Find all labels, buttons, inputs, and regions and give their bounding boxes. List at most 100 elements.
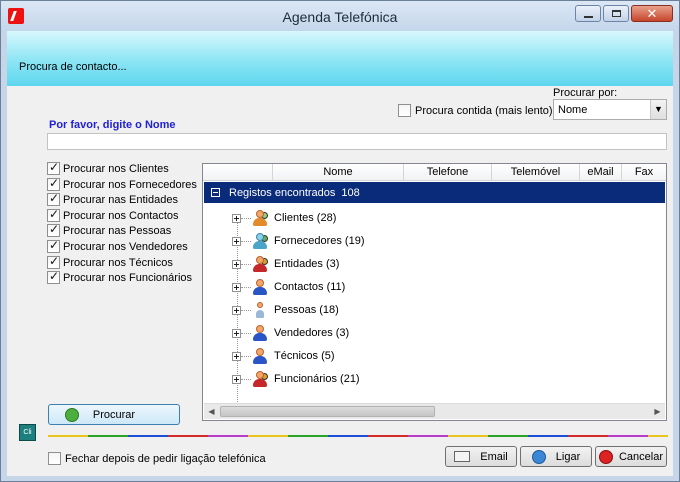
call-button-label: Ligar bbox=[555, 450, 581, 463]
tree-connector bbox=[241, 286, 251, 288]
minimize-button[interactable] bbox=[575, 5, 601, 22]
filter-contactos[interactable]: Procurar nos Contactos bbox=[47, 207, 179, 222]
tree-item-pessoas[interactable]: Pessoas (18) bbox=[232, 300, 339, 320]
header-subtitle: Procura de contacto... bbox=[19, 61, 127, 73]
tree-item-funcionarios[interactable]: Funcionários (21) bbox=[232, 369, 360, 389]
column-header-email[interactable]: eMail bbox=[580, 164, 622, 181]
search-by-select[interactable]: Nome ▼ bbox=[553, 99, 667, 120]
call-button[interactable]: Ligar bbox=[520, 446, 592, 467]
contained-search-checkbox[interactable] bbox=[398, 104, 411, 117]
filter-checkbox[interactable] bbox=[47, 176, 60, 191]
tree-item-tecnicos[interactable]: Técnicos (5) bbox=[232, 346, 335, 366]
expand-icon[interactable] bbox=[232, 213, 241, 223]
horizontal-scrollbar[interactable]: ◀ ▶ bbox=[204, 403, 665, 419]
close-button[interactable]: ✕ bbox=[631, 5, 673, 22]
cancel-button[interactable]: Cancelar bbox=[595, 446, 667, 467]
tree-connector bbox=[241, 263, 251, 265]
expand-icon[interactable] bbox=[232, 328, 241, 338]
entities-icon bbox=[251, 255, 269, 273]
email-button[interactable]: Email bbox=[445, 446, 517, 467]
filter-checkbox[interactable] bbox=[47, 222, 60, 237]
employees-icon bbox=[251, 370, 269, 388]
search-input[interactable] bbox=[47, 133, 667, 150]
filter-entidades[interactable]: Procurar nas Entidades bbox=[47, 191, 178, 206]
expand-icon[interactable] bbox=[232, 351, 241, 361]
close-after-call-option[interactable]: Fechar depois de pedir ligação telefónic… bbox=[48, 452, 266, 465]
tree-item-clientes[interactable]: Clientes (28) bbox=[232, 208, 336, 228]
chevron-down-icon[interactable]: ▼ bbox=[650, 100, 666, 119]
scroll-right-icon[interactable]: ▶ bbox=[650, 404, 665, 419]
filter-fornecedores[interactable]: Procurar nos Fornecedores bbox=[47, 176, 197, 191]
people-icon bbox=[257, 302, 263, 308]
filter-label: Procurar nos Fornecedores bbox=[63, 178, 197, 191]
tree-item-label: Técnicos (5) bbox=[274, 350, 335, 362]
filter-checkbox[interactable] bbox=[47, 254, 60, 269]
expand-icon[interactable] bbox=[232, 374, 241, 384]
filter-checkbox[interactable] bbox=[47, 207, 60, 222]
tree-item-label: Contactos (11) bbox=[274, 281, 346, 293]
sellers-icon bbox=[251, 324, 269, 342]
app-small-logo-icon: Cli bbox=[19, 424, 36, 441]
scrollbar-thumb[interactable] bbox=[220, 406, 435, 417]
clients-icon bbox=[251, 209, 269, 227]
tree-item-fornecedores[interactable]: Fornecedores (19) bbox=[232, 231, 365, 251]
results-tree-grid[interactable]: Nome Telefone Telemóvel eMail Fax Regist… bbox=[202, 163, 667, 421]
expand-icon[interactable] bbox=[232, 236, 241, 246]
filter-funcionarios[interactable]: Procurar nos Funcionários bbox=[47, 269, 193, 284]
filter-vendedores[interactable]: Procurar nos Vendedores bbox=[47, 238, 188, 253]
minimize-icon bbox=[584, 16, 593, 18]
contacts-icon bbox=[253, 287, 267, 295]
filter-clientes[interactable]: Procurar nos Clientes bbox=[47, 160, 169, 175]
tree-item-vendedores[interactable]: Vendedores (3) bbox=[232, 323, 349, 343]
clients-icon bbox=[256, 210, 264, 218]
filter-pessoas[interactable]: Procurar nas Pessoas bbox=[47, 222, 172, 237]
collapse-icon[interactable] bbox=[211, 188, 220, 197]
expand-icon[interactable] bbox=[232, 305, 241, 315]
filter-label: Procurar nos Funcionários bbox=[63, 271, 193, 284]
dialog-body: Procurar por: Nome ▼ Procura contida (ma… bbox=[7, 86, 673, 476]
technicians-icon bbox=[256, 348, 264, 356]
column-header-name[interactable]: Nome bbox=[273, 164, 404, 181]
tree-connector bbox=[241, 378, 251, 380]
search-by-value: Nome bbox=[558, 104, 588, 116]
results-group-row[interactable]: Registos encontrados 108 bbox=[204, 182, 665, 203]
title-bar[interactable]: Agenda Telefónica ✕ bbox=[1, 1, 679, 31]
scroll-left-icon[interactable]: ◀ bbox=[204, 404, 219, 419]
column-header-fax[interactable]: Fax bbox=[622, 164, 666, 181]
column-header-mobile[interactable]: Telemóvel bbox=[492, 164, 580, 181]
entities-icon bbox=[256, 256, 264, 264]
search-button[interactable]: Procurar bbox=[48, 404, 180, 425]
column-header-select[interactable] bbox=[203, 164, 273, 181]
tree-item-label: Clientes (28) bbox=[274, 212, 337, 224]
technicians-icon bbox=[253, 356, 267, 364]
cancel-button-label: Cancelar bbox=[618, 450, 664, 463]
header-banner: Procura de contacto... bbox=[7, 31, 673, 86]
close-after-call-label: Fechar depois de pedir ligação telefónic… bbox=[65, 452, 266, 465]
suppliers-icon bbox=[253, 241, 267, 249]
filter-label: Procurar nos Técnicos bbox=[63, 256, 173, 269]
contained-search-option[interactable]: Procura contida (mais lento) bbox=[398, 104, 553, 117]
clients-icon bbox=[253, 218, 267, 226]
contained-search-label: Procura contida (mais lento) bbox=[415, 104, 553, 117]
tree-item-entidades[interactable]: Entidades (3) bbox=[232, 254, 339, 274]
close-after-call-checkbox[interactable] bbox=[48, 452, 61, 465]
tree-item-label: Entidades (3) bbox=[274, 258, 340, 270]
close-icon: ✕ bbox=[646, 6, 658, 21]
column-header-phone[interactable]: Telefone bbox=[404, 164, 492, 181]
filter-checkbox[interactable] bbox=[47, 191, 60, 206]
expand-icon[interactable] bbox=[232, 259, 241, 269]
search-by-label: Procurar por: bbox=[553, 87, 618, 99]
tree-item-contactos[interactable]: Contactos (11) bbox=[232, 277, 345, 297]
maximize-button[interactable] bbox=[603, 5, 629, 22]
filter-label: Procurar nas Pessoas bbox=[63, 224, 172, 237]
tree-item-label: Funcionários (21) bbox=[274, 373, 360, 385]
filter-checkbox[interactable] bbox=[47, 238, 60, 253]
expand-icon[interactable] bbox=[232, 282, 241, 292]
phone-icon bbox=[531, 449, 546, 464]
filter-label: Procurar nos Clientes bbox=[63, 162, 169, 175]
tree-item-label: Pessoas (18) bbox=[274, 304, 339, 316]
checkmark-icon bbox=[64, 407, 79, 422]
filter-tecnicos[interactable]: Procurar nos Técnicos bbox=[47, 254, 173, 269]
filter-checkbox[interactable] bbox=[47, 160, 60, 175]
filter-checkbox[interactable] bbox=[47, 269, 60, 284]
